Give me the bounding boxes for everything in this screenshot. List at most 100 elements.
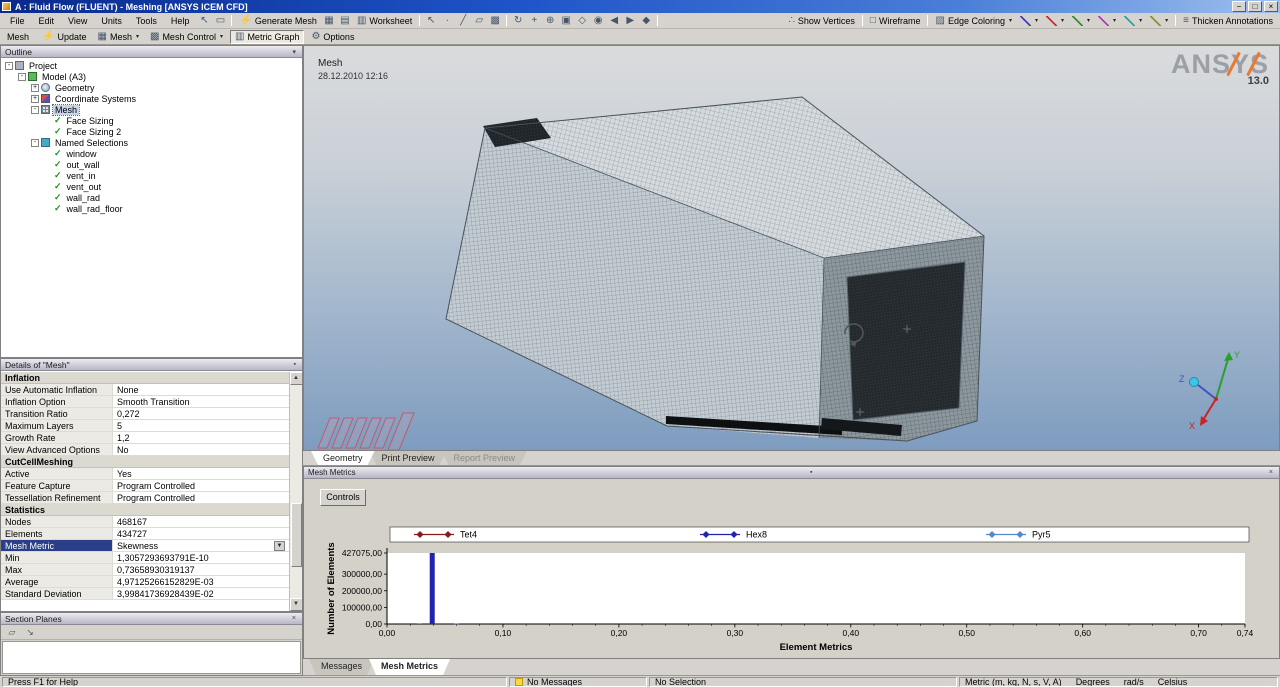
tab-report-preview[interactable]: Report Preview: [442, 451, 528, 465]
tab-messages[interactable]: Messages: [309, 659, 374, 675]
tree-item-out-wall[interactable]: ✓ out_wall: [1, 159, 302, 170]
update-button[interactable]: ⚡ Update: [38, 30, 90, 44]
details-row-max[interactable]: Max 0,73658930319137: [1, 564, 289, 576]
details-value[interactable]: Smooth Transition: [113, 396, 289, 407]
zoom-icon[interactable]: ⊕: [542, 14, 558, 28]
details-value[interactable]: 1,2: [113, 432, 289, 443]
tree-item-model-a3[interactable]: - Model (A3): [1, 71, 302, 82]
face-select-icon[interactable]: ▱: [471, 14, 487, 28]
details-row-growth-rate[interactable]: Growth Rate 1,2: [1, 432, 289, 444]
details-value[interactable]: 434727: [113, 528, 289, 539]
details-value[interactable]: No: [113, 444, 289, 455]
cursor-icon[interactable]: ↖: [423, 14, 439, 28]
prev-view-icon[interactable]: ◀: [606, 14, 622, 28]
collapse-icon[interactable]: -: [5, 61, 13, 70]
collapse-icon[interactable]: -: [31, 138, 39, 147]
expand-icon[interactable]: +: [31, 83, 39, 92]
details-row-transition-ratio[interactable]: Transition Ratio 0,272: [1, 408, 289, 420]
menu-units[interactable]: Units: [94, 15, 129, 27]
status-messages[interactable]: No Messages: [509, 677, 647, 687]
vertex-select-icon[interactable]: ∙: [439, 14, 455, 28]
details-row-elements[interactable]: Elements 434727: [1, 528, 289, 540]
tab-mesh-metrics[interactable]: Mesh Metrics: [369, 659, 450, 675]
details-row-inflation-option[interactable]: Inflation Option Smooth Transition: [1, 396, 289, 408]
details-value[interactable]: 3,99841736928439E-02: [113, 588, 289, 599]
details-row-standard-deviation[interactable]: Standard Deviation 3,99841736928439E-02: [1, 588, 289, 600]
details-section-inflation[interactable]: Inflation: [1, 372, 289, 384]
edge-style-blue-dropdown[interactable]: ▾: [1016, 14, 1042, 28]
tree-item-vent-in[interactable]: ✓ vent_in: [1, 170, 302, 181]
tree-item-geometry[interactable]: + Geometry: [1, 82, 302, 93]
wireframe-button[interactable]: □ Wireframe: [866, 14, 925, 28]
details-value[interactable]: 0,73658930319137: [113, 564, 289, 575]
minimize-button[interactable]: −: [1232, 1, 1246, 12]
section-planes-close-icon[interactable]: ×: [290, 615, 298, 622]
tree-item-project[interactable]: - Project: [1, 60, 302, 71]
tree-item-named-selections[interactable]: - Named Selections: [1, 137, 302, 148]
details-value[interactable]: 5: [113, 420, 289, 431]
details-section-cutcellmeshing[interactable]: CutCellMeshing: [1, 456, 289, 468]
edge-style-cyan-dropdown[interactable]: ▾: [1120, 14, 1146, 28]
expand-icon[interactable]: +: [31, 94, 39, 103]
tree-item-face-sizing[interactable]: ✓ Face Sizing: [1, 115, 302, 126]
scroll-up-icon[interactable]: ▲: [289, 372, 302, 385]
thicken-annotations-button[interactable]: ≡ Thicken Annotations: [1179, 14, 1277, 28]
details-value[interactable]: Yes: [113, 468, 289, 479]
generate-mesh-button[interactable]: ⚡ Generate Mesh: [235, 14, 321, 28]
worksheet-button[interactable]: ▥ Worksheet: [353, 14, 416, 28]
show-vertices-button[interactable]: ∴ Show Vertices: [785, 14, 859, 28]
details-row-use-automatic-inflation[interactable]: Use Automatic Inflation None: [1, 384, 289, 396]
mesh-control-dropdown[interactable]: ▩ Mesh Control ▾: [146, 30, 227, 44]
tree-item-mesh[interactable]: - Mesh: [1, 103, 302, 116]
details-row-maximum-layers[interactable]: Maximum Layers 5: [1, 420, 289, 432]
chevron-down-icon[interactable]: ▼: [274, 540, 285, 551]
tree-item-window[interactable]: ✓ window: [1, 148, 302, 159]
mesh-grid-icon[interactable]: ▦: [321, 14, 337, 28]
details-row-nodes[interactable]: Nodes 468167: [1, 516, 289, 528]
edge-coloring-dropdown[interactable]: ▨ Edge Coloring ▾: [931, 14, 1016, 28]
menu-file[interactable]: File: [3, 15, 32, 27]
options-button[interactable]: ⚙ Options: [307, 30, 358, 44]
details-panel-pin-icon[interactable]: ▪: [292, 361, 298, 368]
details-row-active[interactable]: Active Yes: [1, 468, 289, 480]
mesh-dropdown[interactable]: ▦ Mesh ▾: [94, 30, 143, 44]
scroll-down-icon[interactable]: ▼: [289, 598, 302, 611]
close-button[interactable]: ×: [1264, 1, 1278, 12]
details-value[interactable]: 4,97125266152829E-03: [113, 576, 289, 587]
details-value[interactable]: Program Controlled: [113, 492, 289, 503]
collapse-icon[interactable]: -: [18, 72, 26, 81]
tab-print-preview[interactable]: Print Preview: [370, 451, 447, 465]
maximize-button[interactable]: □: [1248, 1, 1262, 12]
rotate-view-icon[interactable]: ↻: [510, 14, 526, 28]
details-scrollbar[interactable]: ▲ ▼: [289, 372, 302, 611]
edge-style-green-dropdown[interactable]: ▾: [1068, 14, 1094, 28]
tags-icon[interactable]: ▤: [337, 14, 353, 28]
menu-edit[interactable]: Edit: [32, 15, 62, 27]
collapse-icon[interactable]: -: [31, 105, 39, 114]
next-view-icon[interactable]: ▶: [622, 14, 638, 28]
metric-graph-button[interactable]: ▥ Metric Graph: [229, 29, 305, 44]
status-units[interactable]: Metric (m, kg, N, s, V, A) Degrees rad/s Ce…: [959, 677, 1278, 687]
select-mode-icon[interactable]: ↖: [196, 14, 212, 28]
menu-help[interactable]: Help: [164, 15, 197, 27]
tab-geometry[interactable]: Geometry: [311, 451, 375, 465]
outline-panel-menu-icon[interactable]: ▾: [290, 48, 298, 56]
details-row-mesh-metric[interactable]: Mesh Metric Skewness ▼: [1, 540, 289, 552]
controls-button[interactable]: Controls: [320, 489, 366, 506]
tree-item-wall-rad-floor[interactable]: ✓ wall_rad_floor: [1, 203, 302, 214]
box-select-icon[interactable]: ▭: [212, 14, 228, 28]
edge-select-icon[interactable]: ╱: [455, 14, 471, 28]
iso-view-icon[interactable]: ◆: [638, 14, 654, 28]
details-row-min[interactable]: Min 1,3057293693791E-10: [1, 552, 289, 564]
details-section-statistics[interactable]: Statistics: [1, 504, 289, 516]
magnifier-icon[interactable]: ◉: [590, 14, 606, 28]
metrics-pin-icon[interactable]: ▪: [808, 469, 814, 476]
edit-section-plane-icon[interactable]: ↘: [23, 626, 37, 638]
details-row-feature-capture[interactable]: Feature Capture Program Controlled: [1, 480, 289, 492]
new-section-plane-icon[interactable]: ▱: [5, 626, 19, 638]
scrollbar-thumb[interactable]: [290, 503, 302, 567]
details-row-view-advanced-options[interactable]: View Advanced Options No: [1, 444, 289, 456]
details-value[interactable]: Program Controlled: [113, 480, 289, 491]
tree-item-wall-rad[interactable]: ✓ wall_rad: [1, 192, 302, 203]
pan-icon[interactable]: +: [526, 14, 542, 28]
